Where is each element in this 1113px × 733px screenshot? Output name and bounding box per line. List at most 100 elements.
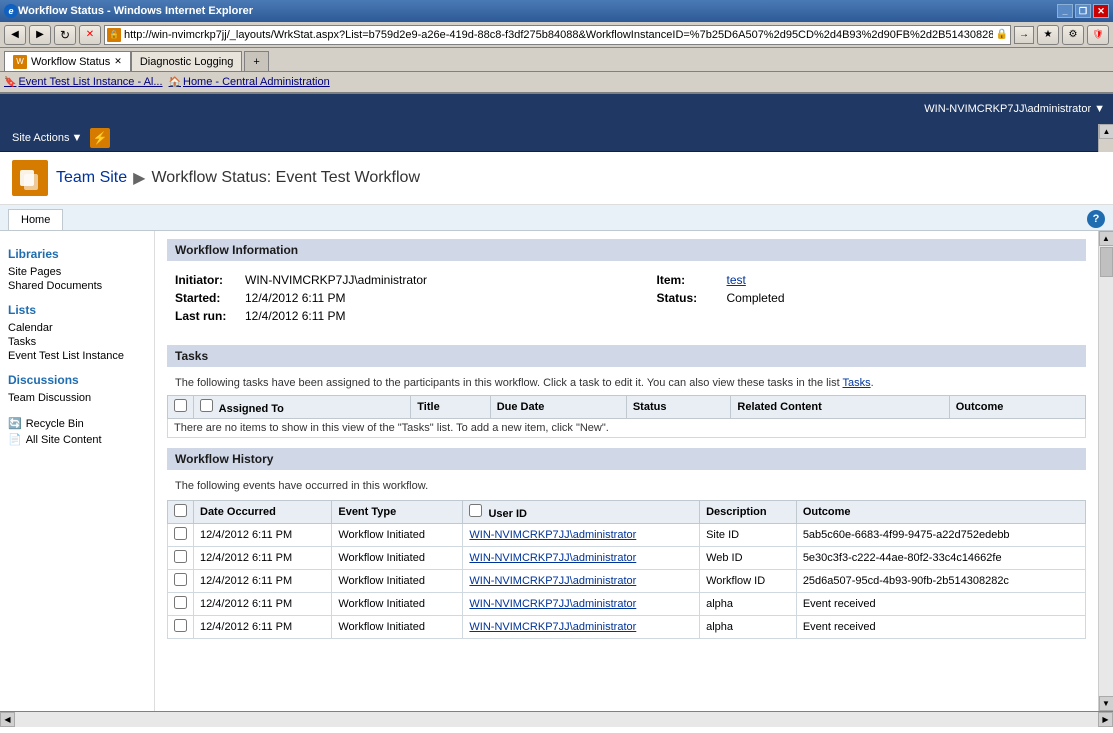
site-actions-bar: Site Actions ▼ ⚡ ▲: [0, 124, 1113, 152]
browser-tab-diagnostic[interactable]: Diagnostic Logging: [131, 51, 243, 71]
initiator-value: WIN-NVIMCRKP7JJ\administrator: [245, 273, 597, 287]
sidebar-section-lists[interactable]: Lists: [8, 303, 146, 317]
hscroll-left[interactable]: ◀: [0, 712, 15, 727]
breadcrumb-separator: ▶: [133, 168, 145, 188]
window-controls[interactable]: _ ❐ ✕: [1057, 4, 1109, 18]
tasks-description: The following tasks have been assigned t…: [167, 373, 1086, 393]
history-row-desc: Workflow ID: [700, 570, 797, 593]
tab-home[interactable]: Home: [8, 209, 63, 230]
history-col-outcome: Outcome: [796, 501, 1085, 524]
new-tab-button[interactable]: +: [244, 51, 268, 71]
started-value: 12/4/2012 6:11 PM: [245, 291, 597, 305]
forward-button[interactable]: ▶: [29, 25, 51, 45]
tasks-select-all[interactable]: [174, 399, 187, 412]
sidebar-item-shared-docs[interactable]: Shared Documents: [8, 279, 146, 293]
history-row-user[interactable]: WIN-NVIMCRKP7JJ\administrator: [463, 547, 700, 570]
address-input[interactable]: [121, 26, 996, 44]
history-col-check: [168, 501, 194, 524]
tasks-col-check-2[interactable]: [200, 399, 213, 412]
back-button[interactable]: ◀: [4, 25, 26, 45]
history-row-checkbox-2[interactable]: [174, 573, 187, 586]
scroll-down[interactable]: ▼: [1099, 696, 1113, 711]
history-row: 12/4/2012 6:11 PM Workflow Initiated WIN…: [168, 593, 1086, 616]
quick-launch-icon[interactable]: ⚡: [90, 128, 110, 148]
user-name: WIN-NVIMCRKP7JJ\administrator: [924, 103, 1091, 115]
site-actions-button[interactable]: Site Actions ▼: [8, 130, 86, 146]
scroll-up[interactable]: ▲: [1099, 231, 1113, 246]
history-row-check: [168, 593, 194, 616]
history-row-check: [168, 524, 194, 547]
history-user-link-4[interactable]: WIN-NVIMCRKP7JJ\administrator: [469, 621, 636, 633]
history-row-user[interactable]: WIN-NVIMCRKP7JJ\administrator: [463, 524, 700, 547]
browser-tab-workflow-status[interactable]: W Workflow Status ✕: [4, 51, 131, 71]
scroll-thumb[interactable]: [1100, 247, 1113, 277]
tasks-col-outcome: Outcome: [949, 396, 1085, 419]
item-link[interactable]: test: [727, 273, 746, 287]
history-row-checkbox-0[interactable]: [174, 527, 187, 540]
close-button[interactable]: ✕: [1093, 4, 1109, 18]
sidebar: Libraries Site Pages Shared Documents Li…: [0, 231, 155, 711]
sidebar-item-site-pages[interactable]: Site Pages: [8, 265, 146, 279]
history-row-user[interactable]: WIN-NVIMCRKP7JJ\administrator: [463, 616, 700, 639]
history-row-desc: alpha: [700, 593, 797, 616]
refresh-button[interactable]: ↻: [54, 25, 76, 45]
history-row-outcome: Event received: [796, 616, 1085, 639]
user-menu-arrow: ▼: [1094, 103, 1105, 115]
history-row-checkbox-1[interactable]: [174, 550, 187, 563]
sidebar-item-event-test-list[interactable]: Event Test List Instance: [8, 349, 146, 363]
history-user-link-0[interactable]: WIN-NVIMCRKP7JJ\administrator: [469, 529, 636, 541]
title-bar: e Workflow Status - Windows Internet Exp…: [0, 0, 1113, 22]
history-user-link-1[interactable]: WIN-NVIMCRKP7JJ\administrator: [469, 552, 636, 564]
tasks-list-link[interactable]: Tasks: [843, 377, 871, 389]
scroll-up-arrow[interactable]: ▲: [1099, 124, 1113, 139]
item-label: Item:: [657, 273, 727, 287]
status-label: Status:: [657, 291, 727, 305]
tab-close-1[interactable]: ✕: [114, 56, 122, 67]
minimize-button[interactable]: _: [1057, 4, 1073, 18]
main-layout: Libraries Site Pages Shared Documents Li…: [0, 231, 1113, 711]
history-row-user[interactable]: WIN-NVIMCRKP7JJ\administrator: [463, 570, 700, 593]
restore-button[interactable]: ❐: [1075, 4, 1091, 18]
history-row-checkbox-4[interactable]: [174, 619, 187, 632]
favorites-item-2[interactable]: 🏠 Home - Central Administration: [169, 76, 330, 88]
history-row-desc: alpha: [700, 616, 797, 639]
right-scrollbar-top: ▲: [1098, 124, 1113, 152]
history-row: 12/4/2012 6:11 PM Workflow Initiated WIN…: [168, 547, 1086, 570]
favorites-item-1[interactable]: 🔖 Event Test List Instance - Al...: [4, 76, 163, 88]
history-row-user[interactable]: WIN-NVIMCRKP7JJ\administrator: [463, 593, 700, 616]
fav-icon-1: 🔖: [4, 77, 16, 88]
recycle-icon: 🔄: [8, 417, 22, 430]
started-row: Started: 12/4/2012 6:11 PM: [175, 291, 597, 305]
history-section: Workflow History The following events ha…: [167, 448, 1086, 639]
user-menu[interactable]: WIN-NVIMCRKP7JJ\administrator ▼: [924, 103, 1105, 115]
history-row-event: Workflow Initiated: [332, 616, 463, 639]
sidebar-item-team-discussion[interactable]: Team Discussion: [8, 391, 146, 405]
sidebar-recycle-bin[interactable]: 🔄 Recycle Bin: [8, 417, 146, 430]
tab-icon-1: W: [13, 55, 27, 69]
go-button[interactable]: →: [1014, 26, 1034, 44]
sidebar-item-calendar[interactable]: Calendar: [8, 321, 146, 335]
history-user-link-3[interactable]: WIN-NVIMCRKP7JJ\administrator: [469, 598, 636, 610]
sidebar-section-discussions[interactable]: Discussions: [8, 373, 146, 387]
history-row-checkbox-3[interactable]: [174, 596, 187, 609]
history-row-event: Workflow Initiated: [332, 570, 463, 593]
tasks-col-assigned-to: Assigned To: [194, 396, 411, 419]
hscroll-right[interactable]: ▶: [1098, 712, 1113, 727]
history-row-outcome: 5e30c3f3-c222-44ae-80f2-33c4c14662fe: [796, 547, 1085, 570]
tasks-col-check: [168, 396, 194, 419]
safety-button[interactable]: 🛡: [1087, 25, 1109, 45]
breadcrumb-site[interactable]: Team Site: [56, 169, 127, 187]
item-row: Item: test: [657, 273, 1079, 287]
page-header: Team Site ▶ Workflow Status: Event Test …: [0, 152, 1113, 205]
history-select-all[interactable]: [174, 504, 187, 517]
sidebar-section-libraries[interactable]: Libraries: [8, 247, 146, 261]
tools-button[interactable]: ⚙: [1062, 25, 1084, 45]
sidebar-all-site-content[interactable]: 📄 All Site Content: [8, 433, 146, 446]
sidebar-item-tasks[interactable]: Tasks: [8, 335, 146, 349]
help-icon[interactable]: ?: [1087, 210, 1105, 228]
history-user-link-2[interactable]: WIN-NVIMCRKP7JJ\administrator: [469, 575, 636, 587]
history-col-desc: Description: [700, 501, 797, 524]
favorites-button[interactable]: ★: [1037, 25, 1059, 45]
history-col-check-2[interactable]: [469, 504, 482, 517]
stop-button[interactable]: ✕: [79, 25, 101, 45]
